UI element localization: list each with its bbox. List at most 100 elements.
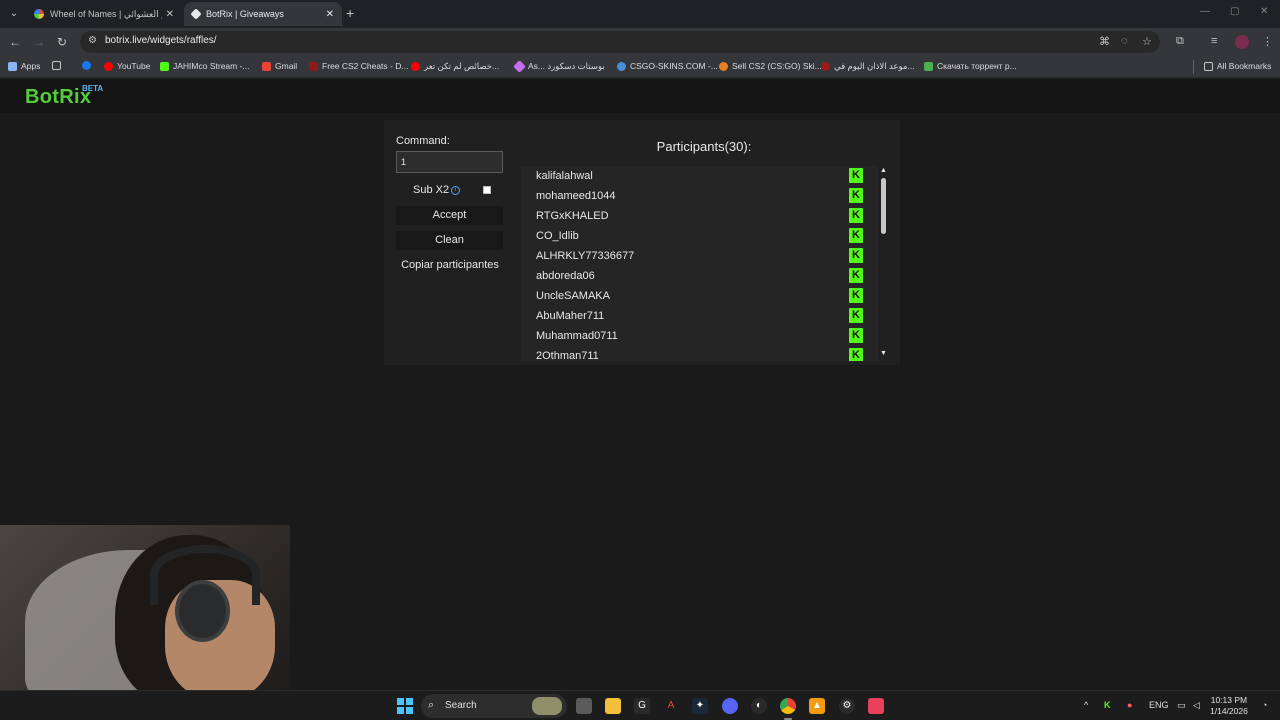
- valorant-icon[interactable]: A: [663, 698, 679, 714]
- bookmark-jahimco[interactable]: JAHIMco Stream -...: [160, 61, 250, 71]
- bookmark-label: JAHIMco Stream -...: [173, 61, 250, 71]
- clock-time: 10:13 PM: [1210, 695, 1248, 705]
- command-input[interactable]: [396, 151, 503, 173]
- kick-icon: K: [849, 348, 863, 361]
- bookmark-apps[interactable]: Apps: [8, 61, 40, 71]
- torrent-icon: [924, 61, 933, 71]
- command-label: Command:: [396, 135, 450, 147]
- bookmark-discord-posts[interactable]: As... بوستات دسكورد: [513, 60, 605, 73]
- minimize-icon[interactable]: —: [1200, 6, 1210, 17]
- bookmark-gmail[interactable]: Gmail: [262, 61, 297, 71]
- language-indicator[interactable]: ENG: [1149, 700, 1169, 710]
- accept-button[interactable]: Accept: [396, 206, 503, 225]
- discord-icon[interactable]: [722, 698, 738, 714]
- task-view-icon[interactable]: [576, 698, 592, 714]
- notifications-icon[interactable]: ◔: [1262, 700, 1267, 710]
- participant-row: UncleSAMAKA K: [521, 286, 878, 306]
- g-hub-icon[interactable]: G: [634, 698, 650, 714]
- menu-icon[interactable]: ⋮: [1262, 35, 1273, 48]
- kick-icon: K: [849, 328, 863, 343]
- streaming-app-icon[interactable]: [868, 698, 884, 714]
- bookmark-youtube[interactable]: YouTube: [104, 61, 150, 71]
- site-header: BotRix BETA: [0, 79, 1280, 113]
- taskbar-search[interactable]: ⌕ Search: [421, 694, 567, 718]
- clean-button[interactable]: Clean: [396, 231, 503, 250]
- chrome-icon[interactable]: [780, 698, 796, 720]
- participants-title: Participants(30):: [656, 139, 752, 154]
- profile-avatar[interactable]: [1235, 35, 1249, 49]
- close-tab-icon[interactable]: ✕: [166, 9, 174, 20]
- scroll-up-arrow-icon[interactable]: ▲: [880, 167, 887, 174]
- file-explorer-icon[interactable]: [605, 698, 621, 714]
- participant-row: ALHRKLY77336677 K: [521, 246, 878, 266]
- facebook-icon: [82, 61, 91, 70]
- kick-tray-icon[interactable]: K: [1104, 700, 1111, 710]
- tab-wheel-of-names[interactable]: Wheel of Names | عسم العشوائي ✕: [26, 2, 182, 26]
- apps-grid-icon: [8, 61, 17, 71]
- sub-x2-checkbox[interactable]: [483, 186, 491, 194]
- skull-icon: [309, 61, 318, 71]
- steam-icon[interactable]: ✦: [692, 698, 708, 714]
- bookmark-grid[interactable]: [52, 61, 65, 70]
- avatar-icon: [719, 61, 728, 71]
- bookmark-cs2-cheats[interactable]: Free CS2 Cheats - D...: [309, 61, 408, 71]
- participants-list[interactable]: kalifalahwal Kmohameed1044 K RTGxKHALED K CO_…: [521, 166, 878, 361]
- taskbar-clock[interactable]: 10:13 PM 1/14/2026: [1210, 695, 1248, 717]
- star-icon[interactable]: ☆: [1142, 35, 1152, 48]
- participant-name: Muhammad0711: [536, 330, 618, 342]
- youtube-icon: [104, 61, 113, 71]
- bookmark-label: As... بوستات دسكورد: [528, 61, 605, 71]
- copy-participants-button[interactable]: Copiar participantes: [392, 256, 508, 275]
- info-icon[interactable]: i: [451, 186, 460, 195]
- tab-search-icon[interactable]: ⌄: [6, 6, 22, 22]
- close-tab-icon[interactable]: ✕: [326, 9, 334, 20]
- url-text[interactable]: botrix.live/widgets/raffles/: [105, 35, 217, 46]
- site-info-icon[interactable]: ⚙: [88, 35, 97, 46]
- volume-icon[interactable]: ◁: [1193, 700, 1200, 711]
- settings-gear-icon[interactable]: ⚙: [839, 698, 855, 714]
- bookmarks-divider: [1193, 60, 1194, 74]
- network-icon[interactable]: ▭: [1177, 700, 1186, 711]
- bookmark-torrent[interactable]: Скачать торрент р...: [924, 61, 1017, 71]
- browser-toolbar: ← → ↻ ⚙ botrix.live/widgets/raffles/ ⌘ ◌…: [0, 28, 1280, 56]
- bookmark-facebook[interactable]: [82, 61, 95, 70]
- eye-off-icon[interactable]: ◌: [1121, 35, 1128, 47]
- headphones-icon: [175, 580, 230, 642]
- tray-overflow-icon[interactable]: ^: [1084, 700, 1088, 710]
- bookmark-prayer-times[interactable]: موعد الاذان اليوم في...: [821, 61, 915, 72]
- scrollbar-thumb[interactable]: [881, 178, 886, 234]
- back-icon[interactable]: ←: [9, 35, 21, 49]
- close-window-icon[interactable]: ✕: [1260, 6, 1268, 17]
- media-controls-icon[interactable]: ≡: [1211, 35, 1217, 47]
- bookmark-label: CSGO-SKINS.COM -...: [630, 61, 718, 71]
- participant-row: abdoreda06 K: [521, 266, 878, 286]
- target-icon: [617, 61, 626, 71]
- browser-tab-strip: ⌄ Wheel of Names | عسم العشوائي ✕ BotRix…: [0, 0, 1280, 28]
- translate-icon[interactable]: ⌘: [1099, 35, 1110, 48]
- kick-icon: [160, 61, 169, 71]
- participant-row: AbuMaher711 K: [521, 306, 878, 326]
- extensions-icon[interactable]: ⧉: [1176, 35, 1184, 48]
- reload-icon[interactable]: ↻: [57, 35, 67, 49]
- obs-icon[interactable]: ◐: [751, 698, 767, 714]
- maximize-icon[interactable]: ▢: [1230, 6, 1239, 17]
- clock-date: 1/14/2026: [1210, 706, 1248, 716]
- forward-icon[interactable]: →: [33, 35, 45, 49]
- grid-icon: [52, 61, 61, 70]
- bookmark-label: Sell CS2 (CS:GO) Ski...: [732, 61, 822, 71]
- all-bookmarks[interactable]: All Bookmarks: [1204, 61, 1271, 71]
- bookmark-youtube-arabic[interactable]: خصائص لم تكن تعر...: [411, 61, 499, 72]
- new-tab-icon[interactable]: +: [346, 5, 354, 21]
- address-bar[interactable]: ⚙ botrix.live/widgets/raffles/: [80, 31, 1160, 53]
- bookmark-csgo-skins[interactable]: CSGO-SKINS.COM -...: [617, 61, 718, 71]
- scroll-down-arrow-icon[interactable]: ▼: [880, 350, 887, 357]
- kick-icon: K: [849, 168, 863, 183]
- bookmark-sell-cs2[interactable]: Sell CS2 (CS:GO) Ski...: [719, 61, 822, 71]
- kick-icon: K: [849, 308, 863, 323]
- vlc-icon[interactable]: ▲: [809, 698, 825, 714]
- windows-start-icon[interactable]: [397, 698, 413, 714]
- microphone-icon[interactable]: ●: [1127, 700, 1132, 710]
- participant-name: UncleSAMAKA: [536, 290, 610, 302]
- youtube-icon: [411, 62, 420, 71]
- tab-botrix-giveaways[interactable]: BotRix | Giveaways ✕: [184, 2, 342, 26]
